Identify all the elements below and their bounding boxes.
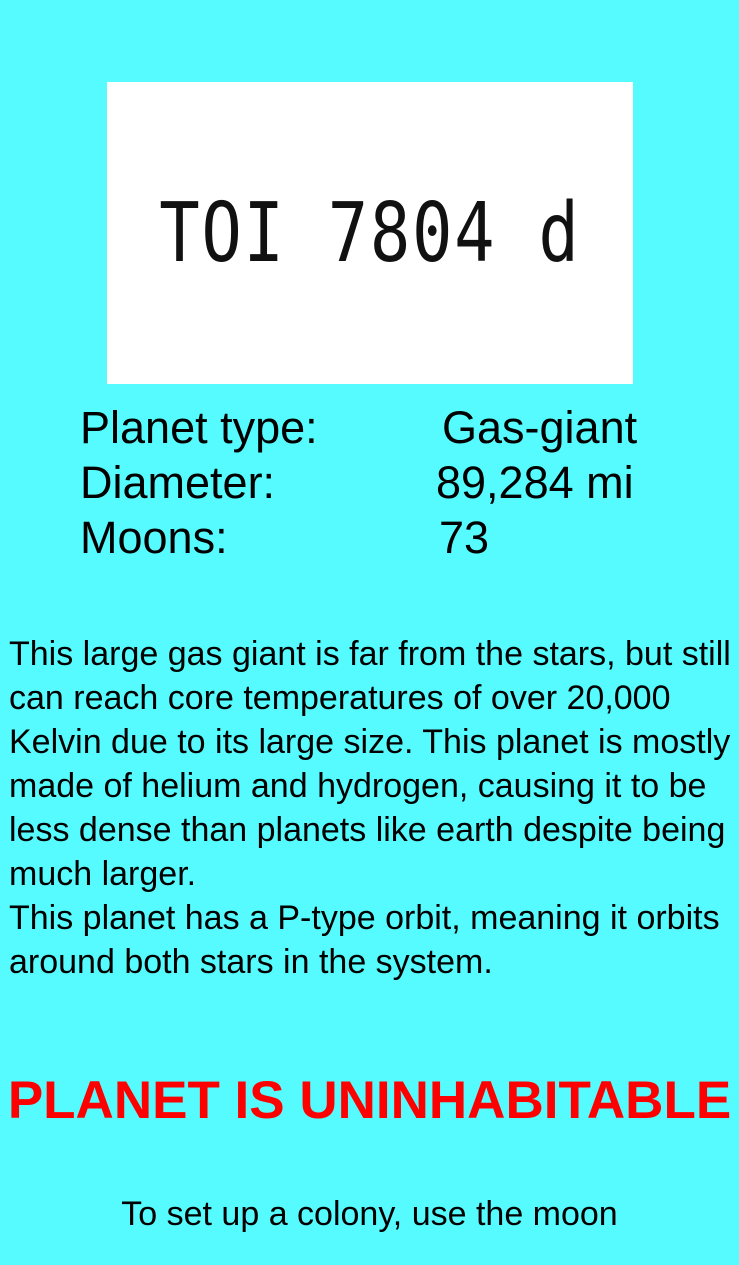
description-paragraph: This planet has a P-type orbit, meaning … <box>9 899 720 981</box>
planet-type-value: Gas-giant <box>442 402 638 453</box>
planet-description: This large gas giant is far from the sta… <box>9 632 739 984</box>
stat-row-diameter: Diameter: 89,284 mi <box>80 455 680 510</box>
planet-name-image: TOI 7804 d <box>107 82 633 384</box>
planet-name: TOI 7804 d <box>159 185 581 281</box>
diameter-value: 89,284 mi <box>436 457 634 508</box>
moons-label: Moons: <box>80 512 228 563</box>
description-paragraph: This large gas giant is far from the sta… <box>9 635 731 893</box>
stat-row-moons: Moons: 73 <box>80 510 680 565</box>
diameter-label: Diameter: <box>80 457 276 508</box>
planet-type-label: Planet type: <box>80 402 318 453</box>
planet-stats: Planet type: Gas-giant Diameter: 89,284 … <box>80 400 680 565</box>
uninhabitable-warning: PLANET IS UNINHABITABLE <box>7 1071 732 1130</box>
stat-row-planet-type: Planet type: Gas-giant <box>80 400 680 455</box>
colony-note: To set up a colony, use the moon <box>121 1195 618 1233</box>
moons-value: 73 <box>439 512 490 563</box>
